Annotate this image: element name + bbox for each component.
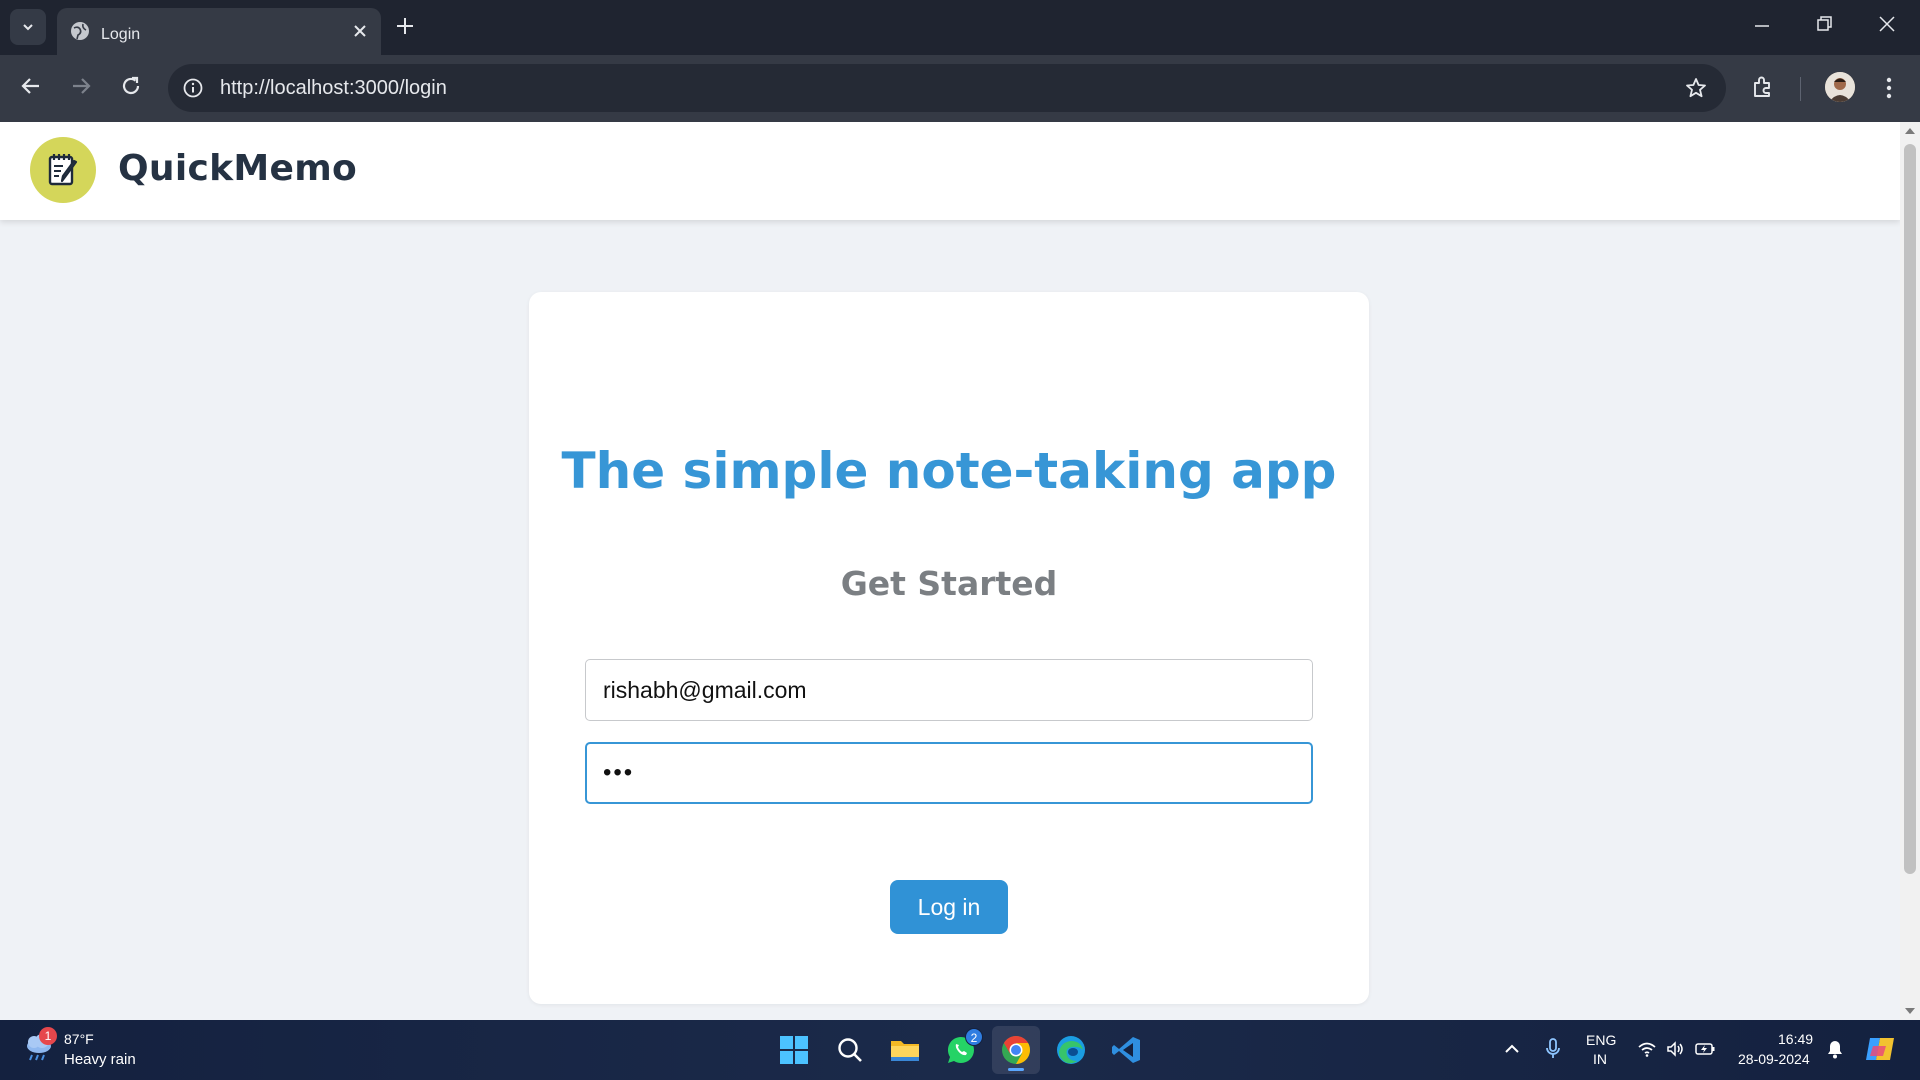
notepad-pencil-icon bbox=[48, 154, 78, 186]
minimize-icon[interactable] bbox=[1752, 14, 1772, 34]
chevron-down-icon bbox=[23, 24, 33, 31]
reload-icon[interactable] bbox=[118, 73, 144, 99]
active-app-indicator bbox=[1008, 1068, 1024, 1071]
forward-arrow-icon[interactable] bbox=[68, 73, 94, 99]
weather-widget[interactable]: 1 bbox=[22, 1027, 57, 1069]
email-value: rishabh@gmail.com bbox=[603, 676, 807, 703]
browser-tab-active[interactable]: Login bbox=[57, 8, 381, 55]
browser-toolbar: http://localhost:3000/login bbox=[0, 55, 1920, 122]
vscode-button[interactable] bbox=[1109, 1032, 1145, 1068]
weather-condition: Heavy rain bbox=[64, 1051, 136, 1068]
language-indicator-bottom[interactable]: IN bbox=[1593, 1051, 1607, 1067]
toolbar-divider bbox=[1800, 77, 1801, 101]
file-explorer-button[interactable] bbox=[887, 1032, 923, 1068]
notification-bell-icon[interactable] bbox=[1826, 1039, 1844, 1059]
tab-search-button[interactable] bbox=[10, 9, 46, 45]
folder-icon bbox=[891, 1041, 919, 1061]
tab-title: Login bbox=[101, 26, 141, 43]
restore-icon[interactable] bbox=[1814, 14, 1834, 34]
weather-alert-badge: 1 bbox=[39, 1027, 57, 1045]
scroll-down-arrow-icon[interactable] bbox=[1905, 1008, 1915, 1014]
windows-logo-icon bbox=[780, 1036, 808, 1064]
scroll-up-arrow-icon[interactable] bbox=[1905, 128, 1915, 134]
globe-icon bbox=[71, 22, 89, 40]
app-header: QuickMemo bbox=[0, 122, 1900, 220]
page-viewport: QuickMemo The simple note-taking app Get… bbox=[0, 122, 1900, 1020]
login-button[interactable]: Log in bbox=[890, 880, 1008, 934]
whatsapp-button[interactable]: 2 bbox=[943, 1028, 983, 1068]
get-started-heading: Get Started bbox=[840, 564, 1058, 603]
close-tab-icon[interactable] bbox=[351, 22, 369, 40]
address-bar[interactable]: http://localhost:3000/login bbox=[168, 64, 1726, 112]
clock-time[interactable]: 16:49 bbox=[1778, 1031, 1813, 1047]
taskbar-search-button[interactable] bbox=[832, 1032, 868, 1068]
edge-button[interactable] bbox=[1053, 1032, 1089, 1068]
email-input[interactable]: rishabh@gmail.com bbox=[585, 659, 1313, 721]
search-icon bbox=[838, 1038, 862, 1062]
site-info-icon[interactable] bbox=[182, 77, 204, 99]
profile-picture-icon bbox=[1825, 72, 1855, 102]
battery-charging-icon[interactable] bbox=[1694, 1039, 1716, 1059]
weather-temperature: 87°F bbox=[64, 1031, 94, 1047]
microphone-icon[interactable] bbox=[1543, 1037, 1563, 1061]
profile-avatar[interactable] bbox=[1825, 72, 1855, 102]
login-card: The simple note-taking app Get Started r… bbox=[529, 292, 1369, 1004]
start-button[interactable] bbox=[776, 1032, 812, 1068]
page-scrollbar[interactable] bbox=[1900, 122, 1920, 1020]
language-indicator-top[interactable]: ENG bbox=[1586, 1032, 1616, 1048]
url-text: http://localhost:3000/login bbox=[220, 77, 447, 99]
page-headline: The simple note-taking app bbox=[561, 442, 1337, 500]
chrome-button[interactable] bbox=[992, 1026, 1040, 1074]
volume-icon[interactable] bbox=[1665, 1039, 1685, 1059]
chrome-icon bbox=[1002, 1036, 1030, 1064]
clock-date[interactable]: 28-09-2024 bbox=[1738, 1051, 1810, 1067]
password-value: ••• bbox=[603, 759, 635, 786]
new-tab-icon[interactable] bbox=[395, 16, 415, 36]
brand-name[interactable]: QuickMemo bbox=[118, 148, 357, 189]
close-window-icon[interactable] bbox=[1877, 14, 1897, 34]
browser-tabstrip: Login bbox=[0, 0, 1920, 55]
back-arrow-icon[interactable] bbox=[18, 73, 44, 99]
app-logo[interactable] bbox=[30, 137, 96, 203]
bookmark-star-icon[interactable] bbox=[1684, 76, 1708, 100]
scrollbar-thumb[interactable] bbox=[1904, 144, 1916, 874]
vscode-icon bbox=[1112, 1037, 1140, 1063]
password-input[interactable]: ••• bbox=[585, 742, 1313, 804]
wifi-icon[interactable] bbox=[1637, 1039, 1657, 1059]
extensions-icon[interactable] bbox=[1750, 74, 1776, 100]
browser-menu-icon[interactable] bbox=[1885, 75, 1893, 101]
whatsapp-unread-badge: 2 bbox=[965, 1028, 983, 1046]
copilot-icon[interactable] bbox=[1864, 1034, 1896, 1064]
edge-icon bbox=[1057, 1036, 1085, 1064]
show-hidden-icons-chevron-icon[interactable] bbox=[1502, 1039, 1522, 1059]
windows-taskbar: 1 87°F Heavy rain 2 ENG IN 16:49 28-09-2… bbox=[0, 1020, 1920, 1080]
